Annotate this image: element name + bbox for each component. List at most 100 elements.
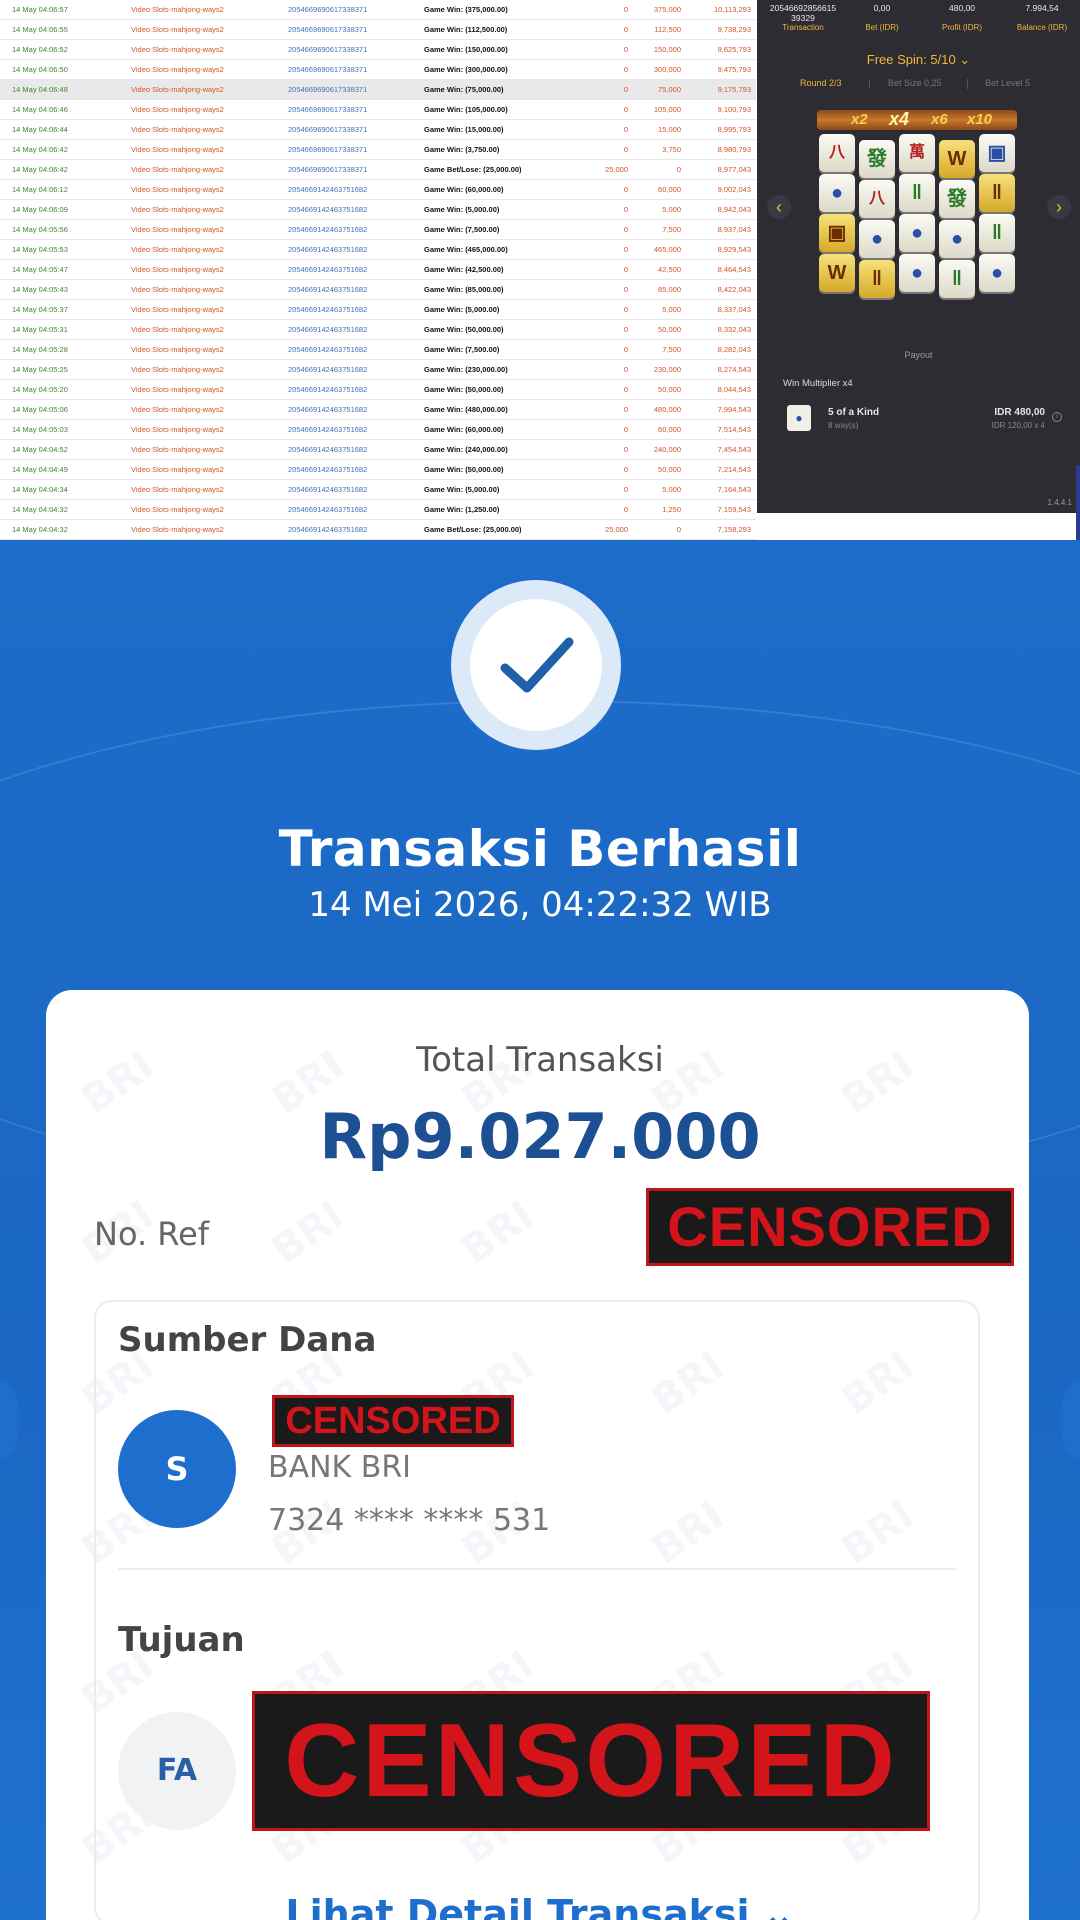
row-win: 50,000 <box>658 325 681 334</box>
row-bet: 0 <box>623 185 628 194</box>
row-time: 14 May 04:06:09 <box>12 205 68 214</box>
table-row[interactable]: 14 May 04:06:42 Video Slots-mahjong-ways2… <box>0 140 756 160</box>
table-row[interactable]: 14 May 04:05:06 Video Slots-mahjong-ways2… <box>0 400 756 420</box>
multiplier-x10: x10 <box>967 111 993 128</box>
table-row[interactable]: 14 May 04:06:44 Video Slots-mahjong-ways2… <box>0 120 756 140</box>
table-row[interactable]: 14 May 04:05:20 Video Slots-mahjong-ways2… <box>0 380 756 400</box>
table-row[interactable]: 14 May 04:05:03 Video Slots-mahjong-ways2… <box>0 420 756 440</box>
mahjong-tile-icon: ● <box>899 254 935 292</box>
next-arrow-icon[interactable]: › <box>1047 195 1071 219</box>
free-spin-dropdown[interactable]: Free Spin: 5/10 ⌄ <box>757 52 1080 68</box>
table-row[interactable]: 14 May 04:06:52 Video Slots-mahjong-ways2… <box>0 40 756 60</box>
row-time: 14 May 04:06:44 <box>12 125 68 134</box>
row-time: 14 May 04:04:52 <box>12 445 68 454</box>
row-balance: 8,332,043 <box>717 325 751 334</box>
table-row[interactable]: 14 May 04:06:48 Video Slots-mahjong-ways2… <box>0 80 756 100</box>
no-ref-label: No. Ref <box>94 1215 210 1253</box>
row-bet: 0 <box>623 45 628 54</box>
table-row[interactable]: 14 May 04:05:25 Video Slots-mahjong-ways2… <box>0 360 756 380</box>
mahjong-tile-icon: ‖ <box>859 260 895 298</box>
row-bet: 0 <box>623 25 628 34</box>
row-description: Game Win: (3,750.00) <box>424 145 500 154</box>
table-row[interactable]: 14 May 04:04:52 Video Slots-mahjong-ways2… <box>0 440 756 460</box>
row-description: Game Win: (42,500.00) <box>424 265 504 274</box>
table-row[interactable]: 14 May 04:06:55 Video Slots-mahjong-ways2… <box>0 20 756 40</box>
row-game: Video Slots-mahjong-ways2 <box>131 185 224 194</box>
row-time: 14 May 04:04:32 <box>12 505 68 514</box>
row-bet: 0 <box>623 485 628 494</box>
row-win: 230,000 <box>653 365 681 374</box>
destination-avatar: FA <box>118 1712 236 1830</box>
row-win: 3,750 <box>662 145 681 154</box>
row-balance: 9,475,793 <box>717 65 751 74</box>
checkmark-icon <box>500 637 574 693</box>
row-balance: 7,159,543 <box>717 505 751 514</box>
table-row[interactable]: 14 May 04:06:09 Video Slots-mahjong-ways2… <box>0 200 756 220</box>
row-win: 300,000 <box>653 65 681 74</box>
mahjong-tile-icon: 八 <box>859 180 895 218</box>
row-description: Game Win: (5,000.00) <box>424 205 500 214</box>
win-calculation: IDR 120,00 x 4 <box>991 421 1045 430</box>
chevron-down-icon: ⌄ <box>959 52 971 67</box>
table-row[interactable]: 14 May 04:05:28 Video Slots-mahjong-ways2… <box>0 340 756 360</box>
row-win: 7,500 <box>662 345 681 354</box>
row-win: 42,500 <box>658 265 681 274</box>
row-transaction-id: 2054669142463751682 <box>288 225 368 234</box>
row-transaction-id: 2054669142463751682 <box>288 365 368 374</box>
table-row[interactable]: 14 May 04:05:43 Video Slots-mahjong-ways2… <box>0 280 756 300</box>
row-balance: 8,995,793 <box>717 125 751 134</box>
mahjong-tile-icon: 發 <box>859 140 895 178</box>
divider <box>118 1568 956 1570</box>
row-game: Video Slots-mahjong-ways2 <box>131 305 224 314</box>
info-icon[interactable]: i <box>1052 412 1062 422</box>
table-row[interactable]: 14 May 04:06:50 Video Slots-mahjong-ways2… <box>0 60 756 80</box>
table-row[interactable]: 14 May 04:06:46 Video Slots-mahjong-ways2… <box>0 100 756 120</box>
transaction-label: Transaction <box>782 23 824 32</box>
table-row[interactable]: 14 May 04:05:37 Video Slots-mahjong-ways2… <box>0 300 756 320</box>
row-transaction-id: 2054669142463751682 <box>288 505 368 514</box>
row-win: 5,000 <box>662 305 681 314</box>
scrollbar[interactable] <box>1076 465 1080 540</box>
view-details-link[interactable]: Lihat Detail Transaksi ⌄ <box>0 1892 1080 1920</box>
row-transaction-id: 2054669142463751682 <box>288 305 368 314</box>
row-time: 14 May 04:06:55 <box>12 25 68 34</box>
round-label: Round 2/3 <box>800 78 842 88</box>
row-description: Game Win: (60,000.00) <box>424 425 504 434</box>
row-description: Game Win: (50,000.00) <box>424 385 504 394</box>
row-bet: 0 <box>623 305 628 314</box>
card-notch <box>1060 1380 1080 1460</box>
row-bet: 0 <box>623 365 628 374</box>
row-bet: 0 <box>623 105 628 114</box>
mahjong-tile-icon: ● <box>939 220 975 258</box>
table-row[interactable]: 14 May 04:05:56 Video Slots-mahjong-ways2… <box>0 220 756 240</box>
row-transaction-id: 2054669690617338371 <box>288 45 368 54</box>
mahjong-tile-icon: ● <box>859 220 895 258</box>
multiplier-bar: x2 x4 x6 x10 <box>817 109 1017 130</box>
row-balance: 8,929,543 <box>717 245 751 254</box>
row-bet: 0 <box>623 325 628 334</box>
row-time: 14 May 04:05:03 <box>12 425 68 434</box>
row-transaction-id: 2054669142463751682 <box>288 465 368 474</box>
table-row[interactable]: 14 May 04:04:32 Video Slots-mahjong-ways2… <box>0 500 756 520</box>
row-time: 14 May 04:06:12 <box>12 185 68 194</box>
table-row[interactable]: 14 May 04:05:31 Video Slots-mahjong-ways2… <box>0 320 756 340</box>
row-balance: 7,994,543 <box>717 405 751 414</box>
table-row[interactable]: 14 May 04:05:53 Video Slots-mahjong-ways2… <box>0 240 756 260</box>
table-row[interactable]: 14 May 04:06:57 Video Slots-mahjong-ways2… <box>0 0 756 20</box>
row-win: 1,250 <box>662 505 681 514</box>
table-row[interactable]: 14 May 04:04:32 Video Slots-mahjong-ways2… <box>0 520 756 540</box>
row-win: 15,000 <box>658 125 681 134</box>
table-row[interactable]: 14 May 04:04:34 Video Slots-mahjong-ways2… <box>0 480 756 500</box>
mahjong-tile-icon: 發 <box>939 180 975 218</box>
table-row[interactable]: 14 May 04:05:47 Video Slots-mahjong-ways2… <box>0 260 756 280</box>
table-row[interactable]: 14 May 04:06:12 Video Slots-mahjong-ways2… <box>0 180 756 200</box>
multiplier-x4: x4 <box>889 109 910 129</box>
row-transaction-id: 2054669142463751682 <box>288 285 368 294</box>
row-balance: 8,942,043 <box>717 205 751 214</box>
table-row[interactable]: 14 May 04:04:49 Video Slots-mahjong-ways2… <box>0 460 756 480</box>
table-row[interactable]: 14 May 04:06:42 Video Slots-mahjong-ways2… <box>0 160 756 180</box>
bet-level-label: Bet Level 5 <box>985 78 1031 88</box>
prev-arrow-icon[interactable]: ‹ <box>767 195 791 219</box>
row-bet: 0 <box>623 465 628 474</box>
chevron-down-icon: ⌄ <box>762 1892 795 1920</box>
